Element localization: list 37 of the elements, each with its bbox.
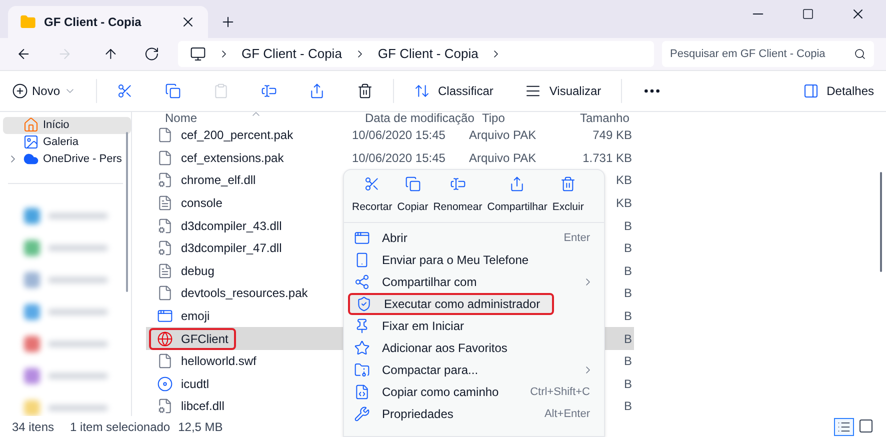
- file-name: emoji: [151, 305, 216, 328]
- tab-title: GF Client - Copia: [44, 14, 142, 31]
- shortcut-text: Enter: [564, 230, 591, 246]
- table-cell-text: 10/06/2020 15:45: [352, 127, 446, 144]
- table-cell-text: B: [624, 398, 633, 416]
- selection-size: 12,5 MB: [178, 418, 223, 436]
- file-name: icudtl: [151, 372, 216, 395]
- file-name: d3dcompiler_43.dll: [151, 214, 288, 237]
- file-name: cef_200_percent.pak: [151, 124, 300, 146]
- shortcut-text: Alt+Enter: [544, 406, 591, 422]
- table-cell-text: 1.731 KB: [582, 150, 633, 167]
- file-name: GFClient: [149, 328, 236, 350]
- table-cell-text: B: [624, 308, 633, 326]
- table-cell-text: Arquivo PAK: [469, 127, 536, 144]
- table-cell-text: 10/06/2020 15:45: [352, 150, 446, 167]
- table-cell-text: B: [624, 262, 633, 280]
- shortcut-text: Ctrl+Shift+C: [530, 384, 591, 400]
- file-name: console: [151, 192, 228, 214]
- file-name: devtools_resources.pak: [151, 282, 314, 304]
- table-cell-text: B: [624, 285, 633, 302]
- table-cell-text: B: [624, 330, 633, 348]
- table-cell-text: B: [624, 218, 633, 235]
- table-cell-text: KB: [616, 172, 633, 190]
- file-name: cef_extensions.pak: [151, 146, 290, 169]
- file-name: chrome_elf.dll: [151, 169, 262, 192]
- table-cell-text: Arquivo PAK: [469, 150, 536, 167]
- table-cell-text: B: [624, 353, 633, 370]
- file-name: helloworld.swf: [151, 350, 262, 372]
- file-name: debug: [151, 260, 220, 282]
- table-cell-text: B: [624, 376, 633, 393]
- table-cell-text: 749 KB: [592, 127, 633, 144]
- file-name: d3dcompiler_47.dll: [151, 237, 288, 260]
- file-name: libcef.dll: [151, 395, 230, 416]
- selection-text: 1 item selecionado: [70, 418, 170, 436]
- table-cell-text: KB: [616, 195, 633, 212]
- table-cell-text: B: [624, 240, 633, 258]
- item-count: 34 itens: [12, 418, 54, 436]
